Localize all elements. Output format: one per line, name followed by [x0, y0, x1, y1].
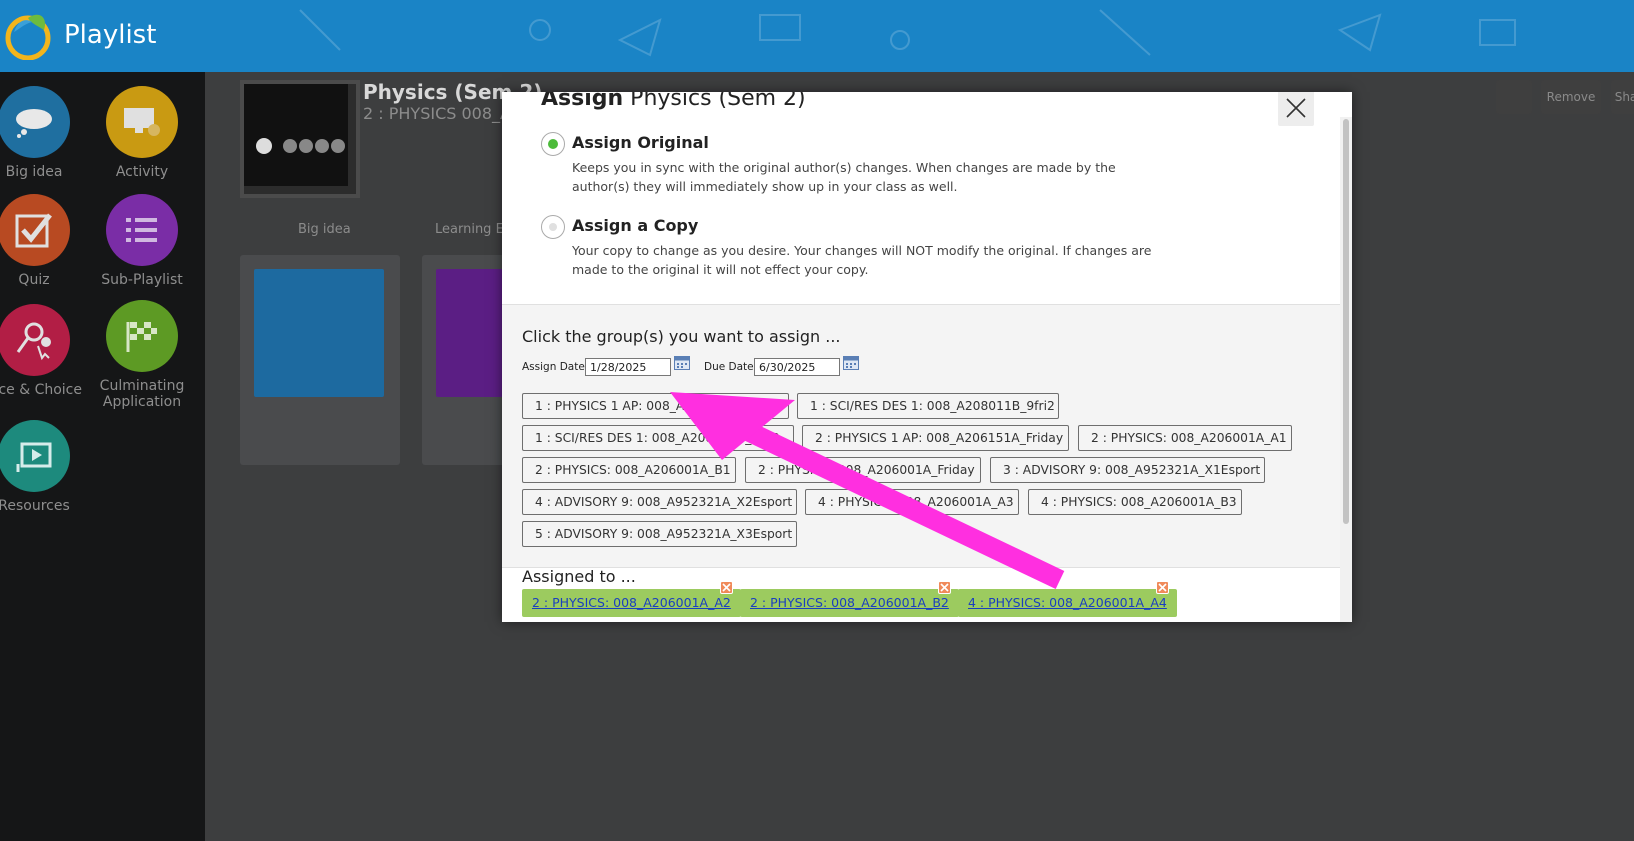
background-pattern	[299, 9, 1516, 57]
group-button[interactable]: 4 : PHYSICS: 008_A206001A_B3	[1028, 489, 1242, 515]
tool-label: Sub-Playlist	[101, 272, 183, 288]
folder-icon[interactable]	[1496, 80, 1532, 114]
group-button[interactable]: 2 : PHYSICS 1 AP: 008_A206151A_Friday	[802, 425, 1069, 451]
option-title: Assign a Copy	[572, 216, 699, 235]
assigned-tag-label[interactable]: 2 : PHYSICS: 008_A206001A_A2	[532, 595, 731, 610]
group-selection-section: Click the group(s) you want to assign ..…	[502, 304, 1340, 568]
big-idea-card[interactable]	[240, 255, 400, 465]
tool-voice-choice[interactable]: oice & Choice	[0, 304, 94, 398]
tool-label: Culminating Application	[99, 378, 185, 410]
group-button[interactable]: 1 : SCI/RES DES 1: 008_A208011B_9fri2	[522, 425, 794, 451]
assign-date-label: Assign Date:	[522, 361, 589, 373]
modal-title: Assign Physics (Sem 2)	[541, 92, 806, 111]
group-heading: Click the group(s) you want to assign ..…	[522, 327, 841, 346]
calendar-icon[interactable]	[674, 355, 690, 370]
share-button[interactable]: Sha	[1611, 80, 1634, 114]
close-icon	[1286, 98, 1306, 118]
tool-quiz[interactable]: Quiz	[0, 194, 94, 288]
option-title: Assign Original	[572, 133, 709, 152]
scrollbar-thumb[interactable]	[1343, 119, 1349, 524]
remove-button[interactable]: Remove	[1541, 80, 1601, 114]
assigned-tag-label[interactable]: 2 : PHYSICS: 008_A206001A_B2	[750, 595, 949, 610]
tool-culminating-application[interactable]: Culminating Application	[82, 300, 202, 410]
due-date-input[interactable]: 6/30/2025	[754, 358, 840, 376]
group-button[interactable]: 4 : ADVISORY 9: 008_A952321A_X2Esport	[522, 489, 797, 515]
due-date-label: Due Date:	[704, 361, 758, 373]
radio-assign-original[interactable]	[541, 132, 565, 156]
group-button[interactable]: 2 : PHYSICS: 008_A206001A_B1	[522, 457, 736, 483]
group-button[interactable]: 5 : ADVISORY 9: 008_A952321A_X3Esport	[522, 521, 797, 547]
group-button[interactable]: 1 : SCI/RES DES 1: 008_A208011B_9fri2	[797, 393, 1059, 419]
tool-label: Big idea	[5, 164, 63, 180]
tool-activity[interactable]: Activity	[82, 86, 202, 180]
assigned-tag[interactable]: 2 : PHYSICS: 008_A206001A_A2	[522, 581, 741, 617]
app-title: Playlist	[64, 20, 157, 50]
tool-label: Resources	[0, 498, 70, 514]
column-tab-big-idea[interactable]: Big idea	[298, 222, 351, 237]
playlist-subtitle: 2 : PHYSICS 008_A	[363, 104, 511, 123]
tool-label: Activity	[115, 164, 169, 180]
remove-tag-icon[interactable]	[937, 581, 951, 594]
tool-sub-playlist[interactable]: Sub-Playlist	[82, 194, 202, 288]
top-bar: Playlist	[0, 0, 1634, 72]
close-button[interactable]	[1278, 92, 1314, 126]
group-button[interactable]: 4 : PHYSICS: 008_A206001A_A3	[805, 489, 1019, 515]
tool-big-idea[interactable]: Big idea	[0, 86, 94, 180]
assigned-tag-label[interactable]: 4 : PHYSICS: 008_A206001A_A4	[968, 595, 1167, 610]
calendar-icon[interactable]	[843, 355, 859, 370]
playlist-thumbnail	[240, 80, 360, 198]
group-button[interactable]: 2 : PHYSICS: 008_A206001A_A1	[1078, 425, 1292, 451]
assign-date-input[interactable]: 1/28/2025	[585, 358, 671, 376]
group-button[interactable]: 2 : PHYSICS: 008_A206001A_Friday	[745, 457, 981, 483]
tool-label: Quiz	[18, 272, 50, 288]
tool-resources[interactable]: Resources	[0, 420, 94, 514]
checkered-flag-icon	[106, 300, 178, 372]
thought-cloud-icon	[0, 86, 70, 158]
tool-label: oice & Choice	[0, 382, 82, 398]
thought-cloud-icon	[254, 269, 384, 397]
option-description: Keeps you in sync with the original auth…	[572, 160, 1116, 194]
column-tab-learning[interactable]: Learning E	[435, 222, 504, 237]
voice-choice-icon	[0, 304, 70, 376]
group-button[interactable]: 3 : ADVISORY 9: 008_A952321A_X1Esport	[990, 457, 1265, 483]
playlist-logo-icon	[5, 14, 51, 60]
remove-tag-icon[interactable]	[1155, 581, 1169, 594]
monitor-icon	[106, 86, 178, 158]
modal-scrollbar[interactable]	[1340, 117, 1352, 622]
list-icon	[106, 194, 178, 266]
group-button[interactable]: 1 : PHYSICS 1 AP: 008_A206151A_Friday	[522, 393, 789, 419]
assign-modal: Assign Physics (Sem 2) Assign Original K…	[502, 92, 1352, 622]
media-resources-icon	[0, 420, 70, 492]
radio-assign-copy[interactable]	[541, 215, 565, 239]
checkbox-icon	[0, 194, 70, 266]
assigned-heading: Assigned to ...	[522, 567, 636, 586]
option-description: Your copy to change as you desire. Your …	[572, 243, 1152, 277]
tool-sidebar: Big idea Activity Quiz Sub-Playlist oice…	[0, 72, 205, 841]
assigned-tag[interactable]: 2 : PHYSICS: 008_A206001A_B2	[740, 581, 959, 617]
remove-tag-icon[interactable]	[719, 581, 733, 594]
assigned-tag[interactable]: 4 : PHYSICS: 008_A206001A_A4	[958, 581, 1177, 617]
